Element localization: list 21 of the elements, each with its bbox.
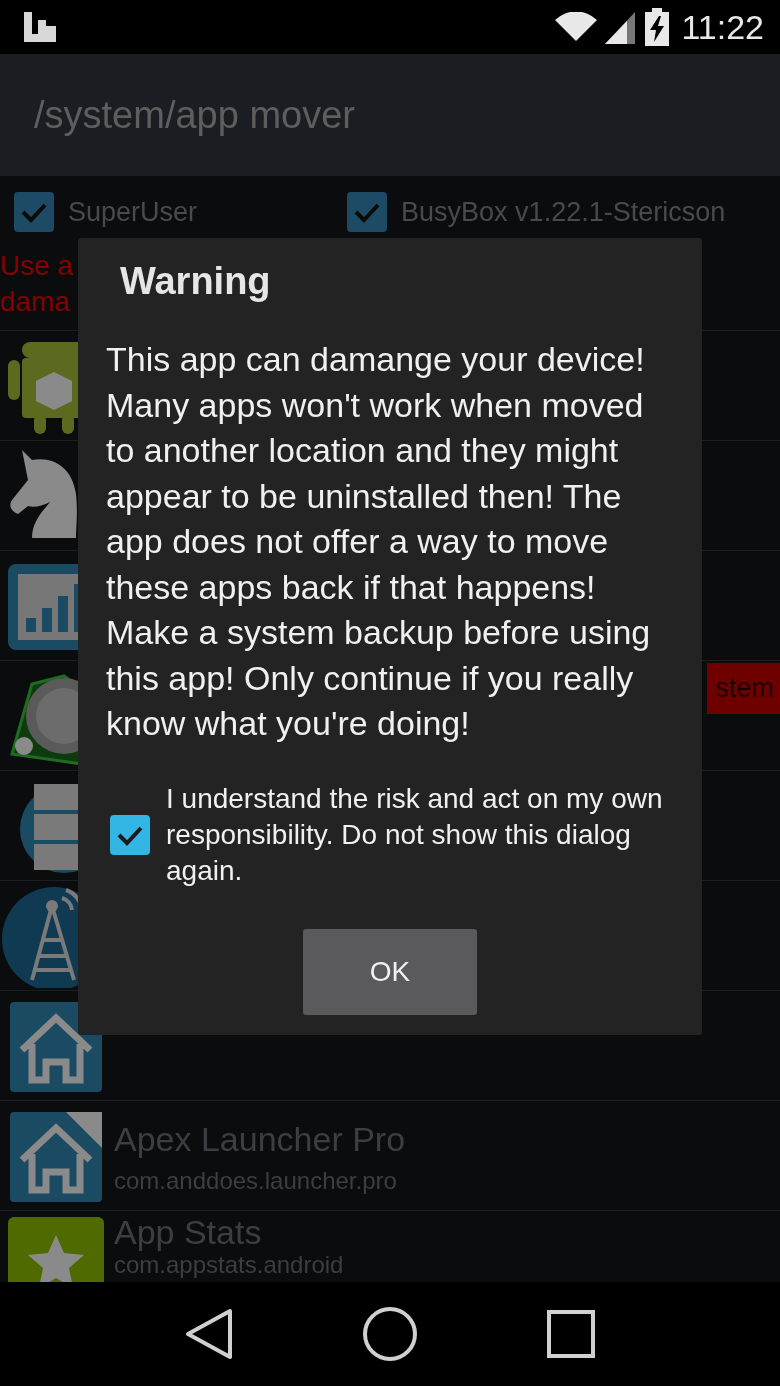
wifi-icon — [555, 12, 598, 42]
checkbox[interactable] — [347, 192, 388, 232]
back-icon[interactable] — [184, 1308, 234, 1360]
home-icon[interactable] — [362, 1306, 418, 1362]
checkbox-label: I understand the risk and act on my own responsibility. Do not show this dialog again. — [166, 781, 664, 888]
warning-message: This app can damange your device! Many apps won't work when moved to another location and they might appear to be uninstalled then! The app does not offer a way to move these apps back if that happens! Make a system backup before using this app! Only continue if you really know what you're doing! — [105, 339, 652, 744]
checkbox-label: SuperUser — [68, 196, 198, 228]
warning-text: dama — [0, 285, 71, 319]
checkbox[interactable] — [110, 814, 150, 855]
app-title: /system/app mover — [34, 93, 355, 137]
app-logo-icon — [22, 10, 58, 44]
recent-apps-icon[interactable] — [546, 1309, 596, 1359]
battery-charging-icon — [645, 8, 670, 46]
warning-text: Use a — [0, 249, 74, 283]
system-tag: stem — [707, 663, 780, 714]
dialog-title: Warning — [119, 259, 272, 303]
signal-icon — [605, 10, 638, 44]
checkbox[interactable] — [14, 192, 54, 232]
clock-text: 11:22 — [681, 7, 764, 47]
checkbox-label: BusyBox v1.22.1-Stericson — [401, 196, 726, 228]
ok-button[interactable]: OK — [303, 928, 477, 1015]
